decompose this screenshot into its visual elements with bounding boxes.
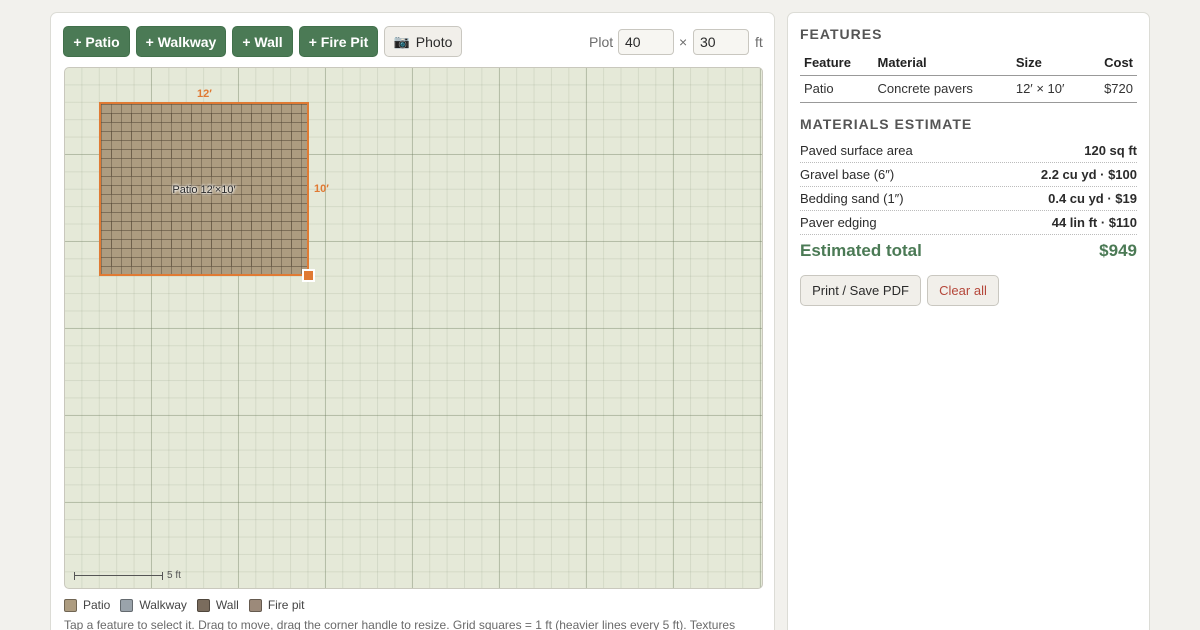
- estimate-panel: FEATURES Feature Material Size Cost Pati…: [787, 12, 1150, 630]
- legend-swatch: [64, 598, 77, 612]
- legend-item: Walkway: [120, 598, 187, 612]
- resize-handle[interactable]: [302, 269, 315, 282]
- add-walkway-button[interactable]: + Walkway: [136, 26, 226, 57]
- patio-height-dimension: 10′: [314, 183, 329, 195]
- features-table-header: Feature Material Size Cost: [800, 51, 1137, 76]
- material-row-value: 44 lin ft · $110: [1051, 215, 1137, 230]
- add-fire-pit-button[interactable]: + Fire Pit: [299, 26, 378, 57]
- material-row: Gravel base (6″) 2.2 cu yd · $100: [800, 163, 1137, 187]
- legend-item: Patio: [64, 598, 110, 612]
- print-save-pdf-button[interactable]: Print / Save PDF: [800, 275, 921, 306]
- materials-heading: MATERIALS ESTIMATE: [800, 116, 973, 132]
- scale-bar: [74, 572, 163, 580]
- material-row: Paver edging 44 lin ft · $110: [800, 211, 1137, 235]
- material-row-label: Paved surface area: [800, 143, 913, 158]
- legend-label: Patio: [83, 598, 111, 612]
- camera-icon: 📷: [393, 33, 410, 49]
- legend-item: Wall: [196, 598, 239, 612]
- photo-button-label: Photo: [415, 33, 453, 50]
- photo-button[interactable]: 📷 Photo: [384, 26, 462, 57]
- patio-width-dimension: 12′: [197, 88, 212, 100]
- material-row: Paved surface area 120 sq ft: [800, 139, 1137, 163]
- yard-canvas[interactable]: 12′ Patio 12′×10′ 10′ 5 ft: [64, 67, 763, 589]
- material-row-label: Bedding sand (1″): [800, 191, 904, 206]
- clear-all-button[interactable]: Clear all: [927, 275, 999, 306]
- legend-label: Wall: [215, 598, 239, 612]
- patio-feature-label: Patio 12′×10′: [172, 184, 236, 196]
- plot-label: Plot: [589, 34, 614, 50]
- material-row-label: Paver edging: [800, 215, 877, 230]
- estimated-total: Estimated total $949: [800, 241, 1137, 261]
- column-header-cost: Cost: [1087, 51, 1137, 76]
- legend-swatch: [120, 598, 134, 612]
- help-text: Tap a feature to select it. Drag to move…: [64, 618, 736, 630]
- legend-swatch: [248, 598, 262, 612]
- designer-panel: + Patio + Walkway + Wall + Fire Pit 📷 Ph…: [50, 12, 775, 630]
- total-value: $949: [1099, 241, 1137, 260]
- legend-item: Fire pit: [248, 598, 305, 612]
- column-header-size: Size: [1011, 51, 1088, 76]
- plot-times-sign: ×: [679, 34, 688, 50]
- material-cell: Concrete pavers: [873, 75, 1012, 103]
- material-row-label: Gravel base (6″): [800, 167, 895, 182]
- plot-unit: ft: [755, 34, 763, 50]
- plot-height-input[interactable]: [693, 29, 749, 55]
- feature-cell: Patio: [800, 75, 874, 103]
- table-row[interactable]: Patio Concrete pavers 12′ × 10′ $720: [800, 75, 1137, 103]
- column-header-feature: Feature: [800, 51, 874, 76]
- column-header-material: Material: [873, 51, 1012, 76]
- cost-cell: $720: [1087, 75, 1137, 103]
- legend-swatch: [196, 598, 210, 612]
- patio-feature[interactable]: Patio 12′×10′: [99, 102, 309, 276]
- material-row-value: 0.4 cu yd · $19: [1048, 191, 1137, 206]
- features-table: Feature Material Size Cost Patio Concret…: [800, 51, 1137, 103]
- add-patio-button[interactable]: + Patio: [63, 26, 130, 57]
- add-wall-button[interactable]: + Wall: [232, 26, 293, 57]
- legend-label: Fire pit: [267, 598, 305, 612]
- features-heading: FEATURES: [800, 26, 883, 42]
- material-row-value: 2.2 cu yd · $100: [1040, 167, 1137, 182]
- total-label: Estimated total: [800, 241, 922, 260]
- legend-label: Walkway: [139, 598, 187, 612]
- legend: Patio Walkway Wall Fire pit: [64, 598, 315, 612]
- size-cell: 12′ × 10′: [1011, 75, 1088, 103]
- material-row: Bedding sand (1″) 0.4 cu yd · $19: [800, 187, 1137, 211]
- material-row-value: 120 sq ft: [1084, 143, 1137, 158]
- plot-width-input[interactable]: [618, 29, 674, 55]
- scale-bar-label: 5 ft: [167, 570, 181, 581]
